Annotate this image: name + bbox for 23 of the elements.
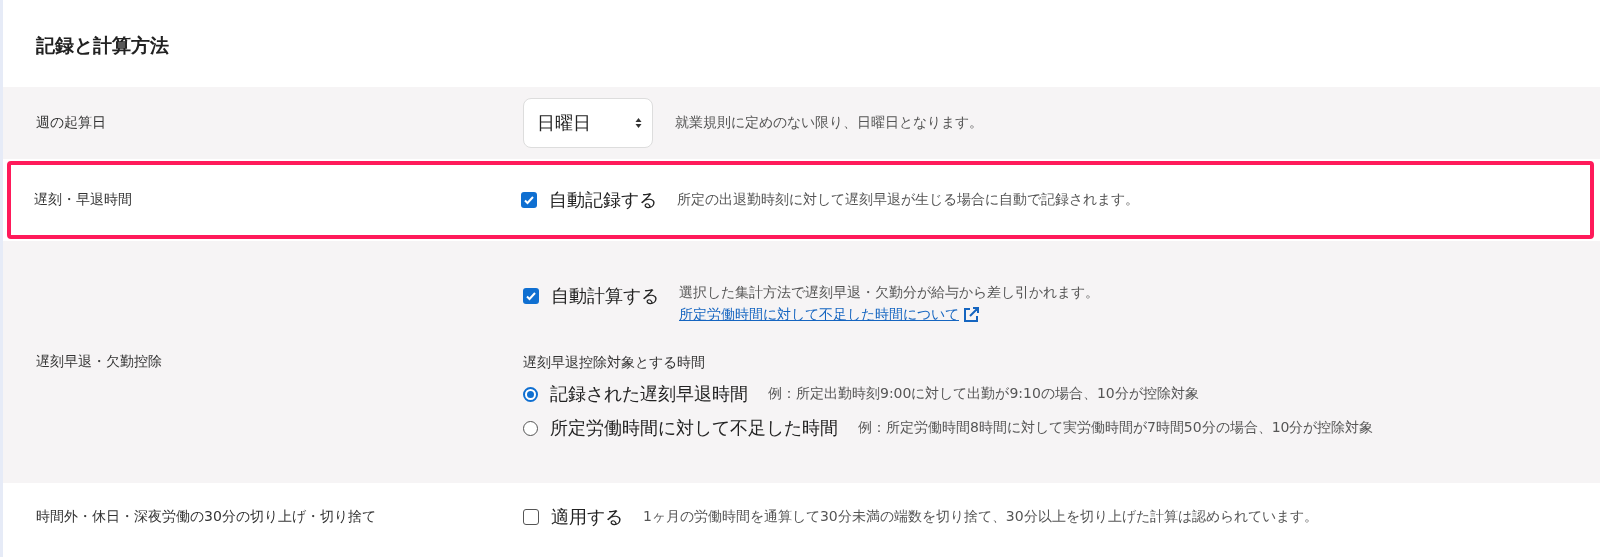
setting-label: 週の起算日 [36,114,107,132]
option-heading: 遅刻早退控除対象とする時間 [523,354,706,372]
help-text: 1ヶ月の労働時間を通算して30分未満の端数を切り捨て、30分以上を切り上げた計算は認められています。 [643,508,1318,526]
radio-option[interactable]: 所定労働時間に対して不足した時間 [523,416,838,440]
checkbox[interactable]: 適用する [523,505,623,529]
setting-label: 遅刻・早退時間 [34,191,133,209]
setting-label: 時間外・休日・深夜労働の30分の切り上げ・切り捨て [36,508,377,526]
checkbox[interactable]: 自動記録する [521,188,657,212]
select-field[interactable]: 日曜日 [523,98,653,148]
external-link-icon [962,306,980,324]
updown-icon [635,117,642,129]
example-text: 例：所定労働時間8時間に対して実労働時間が7時間50分の場合、10分が控除対象 [858,419,1374,437]
example-text: 例：所定出勤時刻9:00に対して出勤が9:10の場合、10分が控除対象 [768,385,1199,403]
checkbox[interactable]: 自動計算する [523,284,659,308]
help-text: 就業規則に定めのない限り、日曜日となります。 [675,114,983,132]
help-text: 選択した集計方法で遅刻早退・欠勤分が給与から差し引かれます。 [679,284,1099,302]
setting-label: 遅刻早退・欠勤控除 [36,353,163,371]
help-text: 所定の出退勤時刻に対して遅刻早退が生じる場合に自動で記録されます。 [677,191,1139,209]
checkmark-icon [523,194,535,206]
help-link[interactable]: 所定労働時間に対して不足した時間について [679,306,1099,324]
section-title: 記録と計算方法 [35,33,170,58]
checkmark-icon [525,290,537,302]
radio-option[interactable]: 記録された遅刻早退時間 [523,382,748,406]
